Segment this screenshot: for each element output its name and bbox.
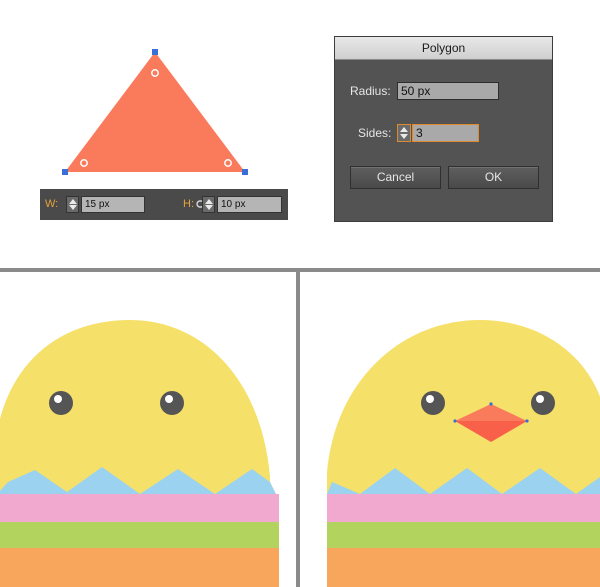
chick-illustration-left: [0, 320, 279, 587]
eggshell-orange-band: [0, 548, 279, 587]
transform-bar: W: 15 px H: 10 px: [40, 189, 288, 220]
height-label: H:: [183, 198, 194, 210]
corner-widget-right-icon[interactable]: [224, 159, 232, 167]
beak-anchor-icon[interactable]: [489, 402, 493, 406]
sides-spinner-icon[interactable]: [397, 124, 411, 142]
eggshell-green-band: [327, 522, 600, 548]
width-label: W:: [45, 198, 59, 210]
bounding-box-anchor-bottom-left-icon[interactable]: [62, 169, 68, 175]
chick-illustration-right: [327, 320, 600, 587]
cancel-button[interactable]: Cancel: [350, 166, 441, 189]
eggshell-green-band: [0, 522, 279, 548]
bounding-box-anchor-bottom-right-icon[interactable]: [242, 169, 248, 175]
right-eye: [160, 391, 184, 415]
left-eye: [49, 391, 73, 415]
sides-field[interactable]: 3: [412, 124, 479, 142]
radius-field[interactable]: 50 px: [397, 82, 499, 100]
beak-anchor-icon[interactable]: [525, 419, 529, 423]
bounding-box-anchor-top-icon[interactable]: [152, 49, 158, 55]
eggshell-orange-band: [327, 548, 600, 587]
polygon-dialog: Polygon Radius: 50 px Sides: 3 Cancel OK: [334, 36, 553, 222]
selected-triangle[interactable]: [55, 40, 265, 185]
width-field[interactable]: 15 px: [81, 196, 145, 213]
dialog-title: Polygon: [335, 37, 552, 60]
radius-label: Radius:: [350, 84, 391, 98]
sides-label: Sides:: [358, 126, 392, 140]
left-eye: [421, 391, 445, 415]
right-eye: [531, 391, 555, 415]
beak-anchor-icon[interactable]: [453, 419, 457, 423]
width-spinner-icon[interactable]: [66, 196, 79, 213]
height-spinner-icon[interactable]: [202, 196, 215, 213]
corner-widget-top-icon[interactable]: [151, 69, 159, 77]
corner-widget-left-icon[interactable]: [80, 159, 88, 167]
eggshell-pink-band: [327, 494, 600, 522]
eggshell-pink-band: [0, 494, 279, 522]
ok-button[interactable]: OK: [448, 166, 539, 189]
height-field[interactable]: 10 px: [217, 196, 282, 213]
